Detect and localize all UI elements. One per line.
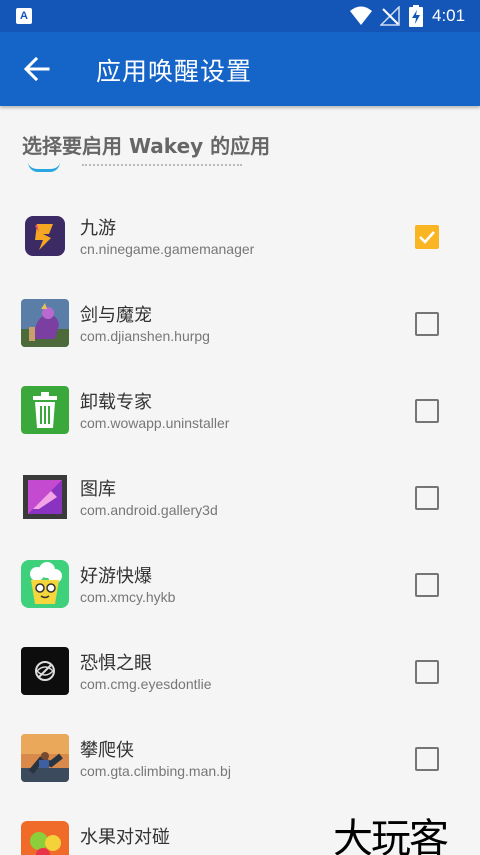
app-bar: 应用唤醒设置 xyxy=(0,32,480,106)
trash-can-icon xyxy=(21,386,69,434)
app-name: 剑与魔宠 xyxy=(80,305,152,326)
signal-icon xyxy=(380,6,400,26)
app-package: com.djianshen.hurpg xyxy=(80,328,210,344)
app-name: 九游 xyxy=(80,218,116,239)
app-name: 攀爬侠 xyxy=(80,740,134,761)
app-row[interactable]: 攀爬侠 com.gta.climbing.man.bj xyxy=(0,714,480,801)
battery-charging-icon xyxy=(409,5,423,27)
app-package: com.cmg.eyesdontlie xyxy=(80,676,212,692)
app-package: cn.ninegame.gamemanager xyxy=(80,241,255,257)
app-checkbox[interactable] xyxy=(415,573,439,597)
app-checkbox[interactable] xyxy=(415,225,439,249)
app-package: com.xmcy.hykb xyxy=(80,589,176,605)
gallery-icon xyxy=(21,473,69,521)
app-name: 水果对对碰 xyxy=(80,827,170,848)
back-arrow-icon[interactable] xyxy=(22,55,52,83)
app-list: 九游 cn.ninegame.gamemanager 剑与魔宠 com.djia… xyxy=(0,192,480,855)
app-checkbox[interactable] xyxy=(415,312,439,336)
climbing-man-icon xyxy=(21,734,69,782)
wifi-icon xyxy=(350,6,372,25)
app-row[interactable]: 恐惧之眼 com.cmg.eyesdontlie xyxy=(0,627,480,714)
section-header: 选择要启用 Wakey 的应用 xyxy=(22,134,271,158)
app-row[interactable]: 九游 cn.ninegame.gamemanager xyxy=(0,192,480,279)
fruit-icon xyxy=(21,821,69,855)
app-checkbox[interactable] xyxy=(415,747,439,771)
app-row[interactable]: 卸载专家 com.wowapp.uninstaller xyxy=(0,366,480,453)
page-title: 应用唤醒设置 xyxy=(96,57,253,86)
app-name: 恐惧之眼 xyxy=(80,653,152,674)
status-time: 4:01 xyxy=(432,6,466,25)
app-checkbox[interactable] xyxy=(415,486,439,510)
crossed-eye-icon xyxy=(21,647,69,695)
app-package: com.gta.climbing.man.bj xyxy=(80,763,231,779)
app-row[interactable]: 剑与魔宠 com.djianshen.hurpg xyxy=(0,279,480,366)
jiuyou-icon xyxy=(21,212,69,260)
app-row[interactable]: 好游快爆 com.xmcy.hykb xyxy=(0,540,480,627)
checkmark-icon xyxy=(419,231,435,244)
popcorn-mascot-icon xyxy=(21,560,69,608)
app-name: 卸载专家 xyxy=(80,392,152,413)
partial-app-icon xyxy=(28,162,60,172)
app-package: com.wowapp.uninstaller xyxy=(80,415,230,431)
notification-icon: A xyxy=(16,8,32,24)
app-checkbox[interactable] xyxy=(415,399,439,423)
partial-app-label xyxy=(82,164,242,170)
status-bar: A 4:01 xyxy=(0,0,480,32)
app-package: com.android.gallery3d xyxy=(80,502,218,518)
app-row[interactable]: 图库 com.android.gallery3d xyxy=(0,453,480,540)
app-name: 图库 xyxy=(80,479,116,500)
watermark: 大玩客 xyxy=(333,816,449,855)
app-name: 好游快爆 xyxy=(80,566,152,587)
game-character-icon xyxy=(21,299,69,347)
app-checkbox[interactable] xyxy=(415,660,439,684)
